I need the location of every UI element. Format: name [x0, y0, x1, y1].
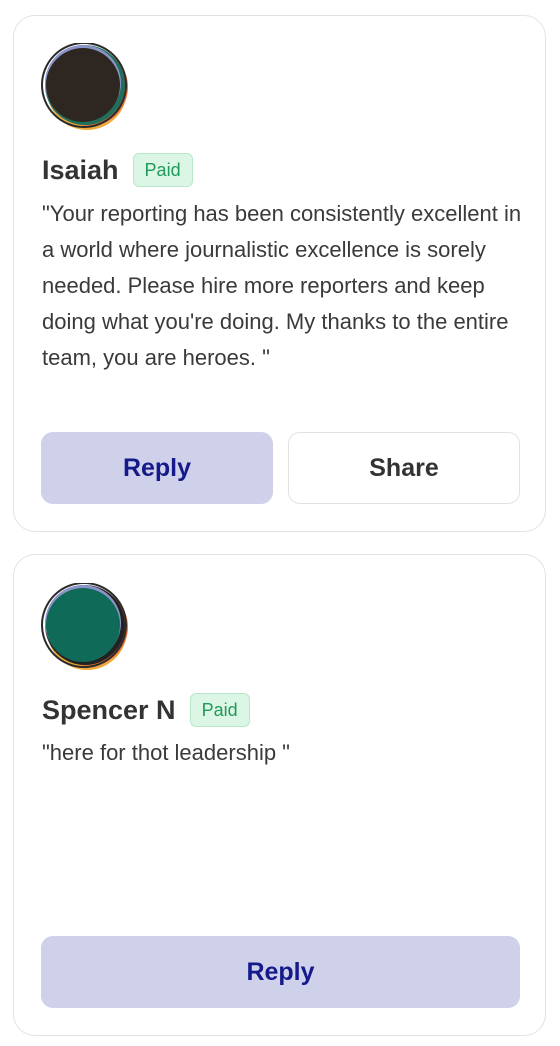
commenter-name[interactable]: Spencer N — [42, 692, 176, 728]
commenter-header: Isaiah Paid — [42, 152, 193, 188]
avatar[interactable] — [41, 583, 129, 671]
commenter-header: Spencer N Paid — [42, 692, 250, 728]
comment-text: "Your reporting has been consistently ex… — [42, 201, 522, 370]
comment-text: "here for thot leadership " — [42, 740, 290, 765]
share-button[interactable]: Share — [288, 432, 520, 504]
avatar[interactable] — [41, 43, 129, 131]
comment-card: Spencer N Paid "here for thot leadership… — [13, 554, 546, 1036]
reply-button[interactable]: Reply — [41, 432, 273, 504]
comment-card: Isaiah Paid "Your reporting has been con… — [13, 15, 546, 532]
paid-badge: Paid — [132, 153, 193, 187]
reply-button[interactable]: Reply — [41, 936, 520, 1008]
paid-badge: Paid — [189, 693, 250, 727]
commenter-name[interactable]: Isaiah — [42, 152, 119, 188]
